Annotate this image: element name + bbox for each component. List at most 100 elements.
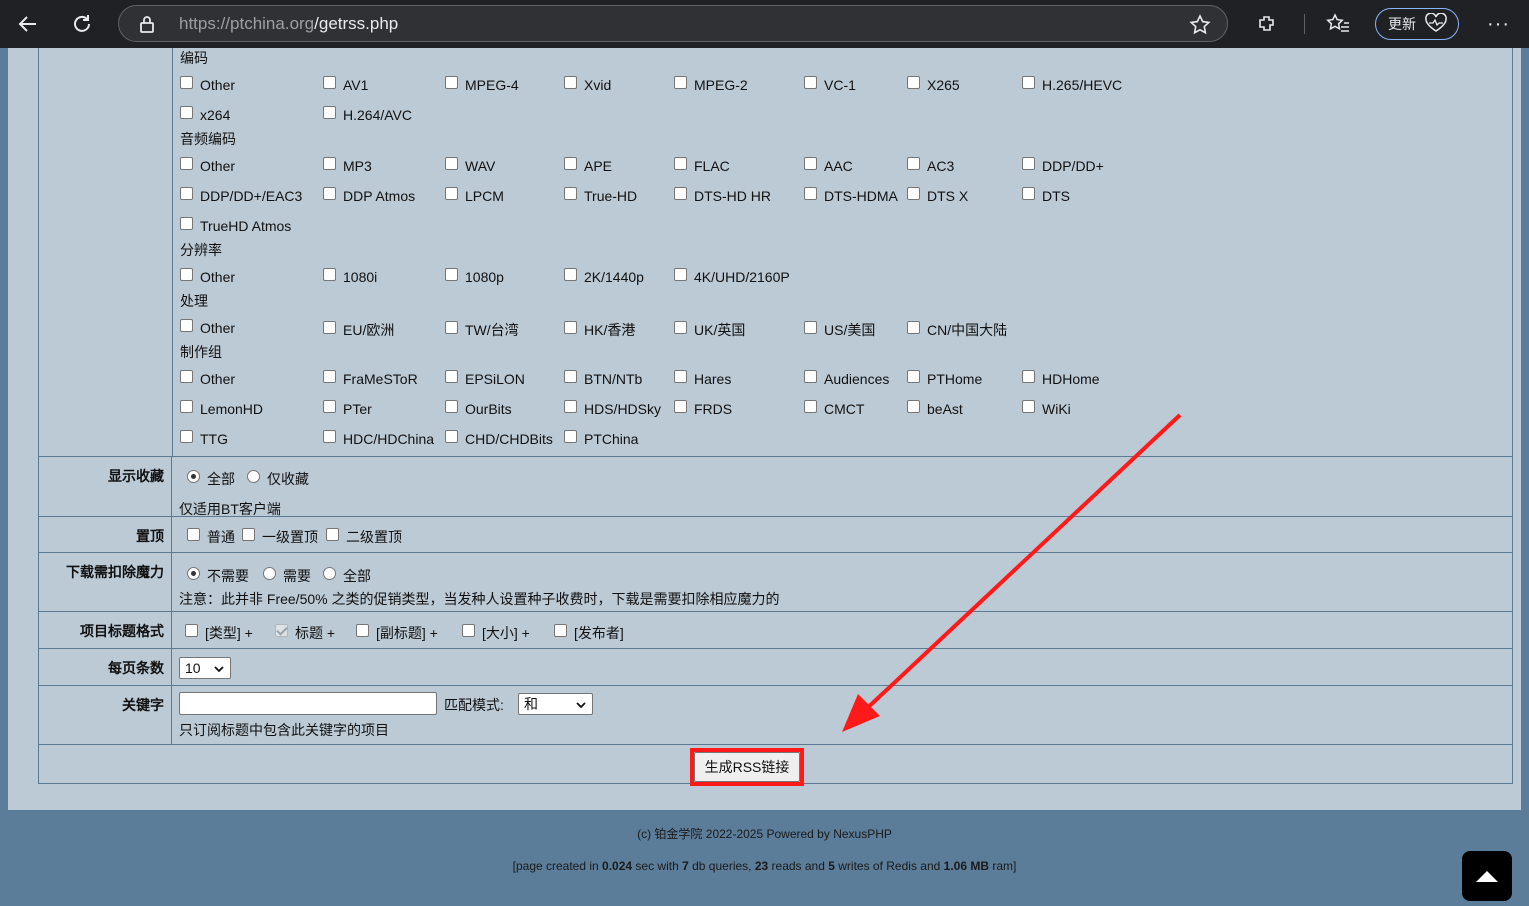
radio-required[interactable]: 需要: [263, 566, 311, 586]
scroll-to-top-button[interactable]: [1462, 851, 1512, 901]
filter-checkbox-processing[interactable]: HK/香港: [564, 320, 635, 340]
checkbox[interactable]: [180, 216, 193, 230]
checkbox[interactable]: [1022, 399, 1035, 413]
checkbox[interactable]: [564, 320, 577, 334]
checkbox[interactable]: [445, 267, 458, 281]
filter-checkbox-video_codec[interactable]: MPEG-2: [674, 75, 748, 93]
star-icon[interactable]: [1189, 14, 1211, 39]
filter-checkbox-video_codec[interactable]: MPEG-4: [445, 75, 519, 93]
filter-checkbox-team[interactable]: TTG: [180, 429, 228, 447]
filter-checkbox-resolution[interactable]: 4K/UHD/2160P: [674, 267, 790, 285]
reload-icon[interactable]: [62, 4, 102, 44]
checkbox[interactable]: [323, 267, 336, 281]
checkbox-sticky-level2[interactable]: 二级置顶: [326, 527, 402, 547]
radio-bookmarked-only[interactable]: 仅收藏: [247, 469, 309, 489]
filter-checkbox-team[interactable]: HDS/HDSky: [564, 399, 661, 417]
checkbox[interactable]: [804, 75, 817, 89]
filter-checkbox-resolution[interactable]: 2K/1440p: [564, 267, 644, 285]
filter-checkbox-audio_codec[interactable]: AC3: [907, 156, 954, 174]
checkbox[interactable]: [564, 75, 577, 89]
filter-checkbox-video_codec[interactable]: H.265/HEVC: [1022, 75, 1122, 93]
checkbox[interactable]: [674, 369, 687, 383]
filter-checkbox-processing[interactable]: CN/中国大陆: [907, 320, 1007, 340]
checkbox[interactable]: [1022, 75, 1035, 89]
checkbox[interactable]: [323, 105, 336, 119]
filter-checkbox-audio_codec[interactable]: MP3: [323, 156, 372, 174]
checkbox[interactable]: [445, 429, 458, 443]
filter-checkbox-audio_codec[interactable]: DTS-HDMA: [804, 186, 898, 204]
filter-checkbox-team[interactable]: EPSiLON: [445, 369, 525, 387]
filter-checkbox-team[interactable]: beAst: [907, 399, 963, 417]
filter-checkbox-video_codec[interactable]: Other: [180, 75, 235, 93]
filter-checkbox-team[interactable]: FRDS: [674, 399, 732, 417]
filter-checkbox-audio_codec[interactable]: DTS-HD HR: [674, 186, 771, 204]
checkbox[interactable]: [323, 186, 336, 200]
checkbox[interactable]: [180, 75, 193, 89]
update-button[interactable]: 更新: [1375, 8, 1459, 40]
radio-all[interactable]: 全部: [187, 469, 235, 489]
per-page-select[interactable]: 10: [179, 657, 231, 679]
filter-checkbox-audio_codec[interactable]: APE: [564, 156, 612, 174]
checkbox[interactable]: [180, 156, 193, 170]
checkbox-subtitle[interactable]: [副标题] +: [356, 623, 438, 643]
filter-checkbox-team[interactable]: FraMeSToR: [323, 369, 418, 387]
checkbox[interactable]: [445, 75, 458, 89]
checkbox[interactable]: [445, 156, 458, 170]
lock-icon[interactable]: [139, 14, 159, 34]
checkbox[interactable]: [907, 369, 920, 383]
filter-checkbox-audio_codec[interactable]: True-HD: [564, 186, 637, 204]
filter-checkbox-audio_codec[interactable]: DDP Atmos: [323, 186, 415, 204]
extensions-icon[interactable]: [1250, 7, 1284, 41]
filter-checkbox-video_codec[interactable]: Xvid: [564, 75, 611, 93]
filter-checkbox-processing[interactable]: US/美国: [804, 320, 875, 340]
checkbox[interactable]: [674, 186, 687, 200]
checkbox[interactable]: [674, 399, 687, 413]
checkbox[interactable]: [674, 75, 687, 89]
checkbox[interactable]: [907, 320, 920, 334]
checkbox[interactable]: [180, 186, 193, 200]
filter-checkbox-video_codec[interactable]: AV1: [323, 75, 368, 93]
filter-checkbox-processing[interactable]: EU/欧洲: [323, 320, 394, 340]
filter-checkbox-audio_codec[interactable]: WAV: [445, 156, 495, 174]
radio-all-magic[interactable]: 全部: [323, 566, 371, 586]
checkbox[interactable]: [323, 75, 336, 89]
checkbox[interactable]: [445, 186, 458, 200]
filter-checkbox-processing[interactable]: UK/英国: [674, 320, 745, 340]
checkbox[interactable]: [180, 318, 193, 332]
checkbox[interactable]: [180, 267, 193, 281]
filter-checkbox-team[interactable]: CMCT: [804, 399, 864, 417]
checkbox[interactable]: [804, 186, 817, 200]
checkbox[interactable]: [1022, 369, 1035, 383]
filter-checkbox-audio_codec[interactable]: AAC: [804, 156, 853, 174]
filter-checkbox-team[interactable]: Other: [180, 369, 235, 387]
match-mode-select[interactable]: 和: [518, 693, 593, 715]
filter-checkbox-video_codec[interactable]: H.264/AVC: [323, 105, 412, 123]
checkbox[interactable]: [564, 267, 577, 281]
filter-checkbox-audio_codec[interactable]: TrueHD Atmos: [180, 216, 291, 234]
filter-checkbox-processing[interactable]: TW/台湾: [445, 320, 519, 340]
filter-checkbox-team[interactable]: CHD/CHDBits: [445, 429, 553, 447]
checkbox[interactable]: [907, 186, 920, 200]
checkbox[interactable]: [180, 399, 193, 413]
checkbox-type[interactable]: [类型] +: [185, 623, 253, 643]
checkbox[interactable]: [907, 156, 920, 170]
filter-checkbox-team[interactable]: HDC/HDChina: [323, 429, 434, 447]
radio-not-required[interactable]: 不需要: [187, 566, 249, 586]
filter-checkbox-resolution[interactable]: 1080p: [445, 267, 504, 285]
checkbox[interactable]: [804, 399, 817, 413]
checkbox[interactable]: [804, 369, 817, 383]
checkbox[interactable]: [323, 399, 336, 413]
filter-checkbox-team[interactable]: PTHome: [907, 369, 982, 387]
filter-checkbox-resolution[interactable]: 1080i: [323, 267, 377, 285]
checkbox[interactable]: [445, 369, 458, 383]
checkbox[interactable]: [564, 186, 577, 200]
checkbox-normal[interactable]: 普通: [187, 527, 235, 547]
filter-checkbox-team[interactable]: Audiences: [804, 369, 889, 387]
keyword-input[interactable]: [179, 692, 437, 715]
filter-checkbox-team[interactable]: WiKi: [1022, 399, 1071, 417]
filter-checkbox-team[interactable]: LemonHD: [180, 399, 263, 417]
checkbox[interactable]: [804, 320, 817, 334]
checkbox[interactable]: [804, 156, 817, 170]
filter-checkbox-team[interactable]: OurBits: [445, 399, 512, 417]
checkbox[interactable]: [564, 156, 577, 170]
